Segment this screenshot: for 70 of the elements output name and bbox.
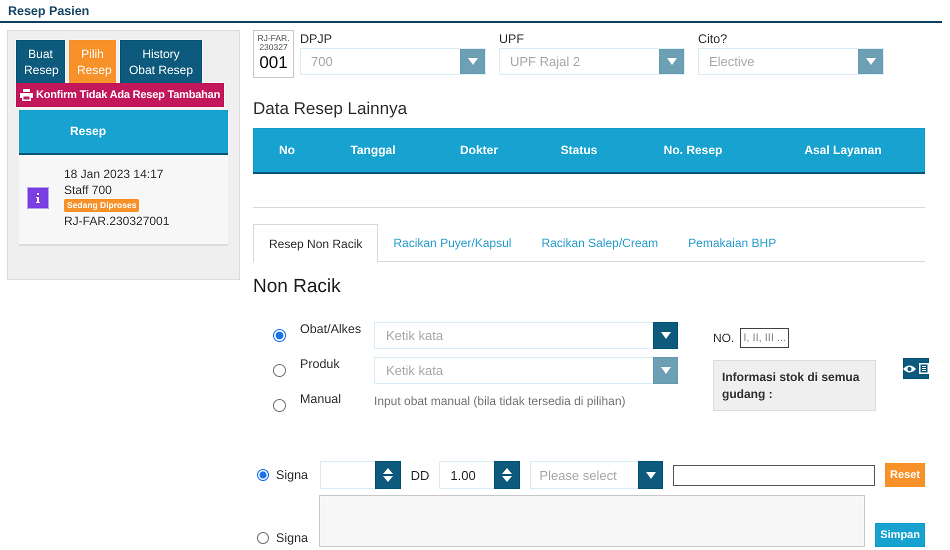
tab[interactable]: Racikan Salep/Cream (526, 224, 674, 262)
hint-text: Input obat manual (bila tidak tersedia di pilihan) (374, 393, 626, 408)
caret-icon (468, 58, 478, 65)
confirm-button[interactable]: Konfirm Tidak Ada Resep Tambahan (16, 83, 224, 107)
badge-prefix: RJ-FAR. (257, 34, 290, 43)
select-field[interactable]: Please select (530, 461, 638, 489)
list-icon (919, 363, 929, 374)
tab[interactable]: Resep Non Racik (253, 224, 378, 263)
view-button[interactable] (903, 358, 929, 379)
radio-label: Produk (300, 357, 341, 371)
dropdown-button[interactable] (638, 461, 664, 489)
column-header: Dokter (458, 143, 499, 157)
info-icon (27, 187, 49, 210)
column-header: No (278, 143, 296, 157)
side-tab[interactable]: Pilih Resep (69, 40, 116, 83)
caret-icon (646, 472, 656, 478)
no-field[interactable]: I, II, III ... (740, 328, 790, 348)
reset-button[interactable]: Reset (885, 463, 926, 487)
no-label: NO. (713, 331, 734, 345)
number-field[interactable]: 1.00 (439, 461, 494, 489)
search-field[interactable]: Ketik kata (374, 322, 653, 349)
number-field[interactable] (320, 461, 375, 489)
tab[interactable]: Pemakaian BHP (673, 224, 792, 262)
spinner-button[interactable] (494, 461, 520, 489)
field-label: UPF (499, 31, 525, 48)
printer-icon (20, 89, 33, 101)
page-title: Resep Pasien (0, 0, 942, 23)
radio-label: Manual (300, 392, 342, 406)
text-field[interactable] (673, 464, 876, 486)
dropdown-button[interactable] (653, 322, 678, 349)
caret-icon (660, 367, 670, 374)
column-header: Status (560, 143, 598, 157)
radio-label: Signa (276, 468, 308, 482)
staff-name: Staff 700 (64, 182, 112, 198)
caret-icon (660, 332, 670, 339)
dd-label: DD (410, 468, 430, 482)
eye-icon (903, 364, 916, 372)
list-header: Resep (19, 110, 228, 155)
source-radio[interactable] (273, 329, 286, 342)
signa-radio[interactable] (257, 532, 269, 544)
resep-number: RJ-FAR.230327001 (64, 214, 170, 230)
column-header: Tanggal (349, 143, 397, 157)
radio-label: Obat/Alkes (300, 322, 362, 336)
spinner-arrows-icon (502, 467, 512, 483)
badge-date: 230327 (259, 43, 288, 52)
status-badge: Sedang Diproses (64, 199, 140, 212)
section-title: Data Resep Lainnya (253, 99, 408, 119)
side-tab[interactable]: Buat Resep (16, 40, 65, 83)
spinner-button[interactable] (374, 461, 401, 489)
select-value: Elective (708, 53, 756, 71)
spinner-arrows-icon (382, 467, 393, 483)
resep-item[interactable]: 18 Jan 2023 14:17 Staff 700 Sedang Diproses RJ-FAR.230327001 (19, 155, 228, 246)
source-radio[interactable] (273, 399, 286, 412)
radio-label: Signa (276, 531, 308, 545)
resep-date: 18 Jan 2023 14:17 (64, 167, 164, 182)
column-header: No. Resep (662, 143, 724, 157)
field-label: Cito? (698, 31, 728, 48)
save-button[interactable]: Simpan (875, 523, 925, 547)
column-header: Asal Layanan (803, 143, 883, 157)
side-tab[interactable]: History Obat Resep (120, 40, 202, 83)
select-value: UPF Rajal 2 (509, 53, 582, 71)
tab[interactable]: Racikan Puyer/Kapsul (378, 224, 526, 262)
form-title: Non Racik (253, 276, 342, 298)
stock-info: Informasi stok di semua gudang : (713, 360, 876, 411)
caret-icon (666, 58, 676, 65)
select-value: 700 (310, 53, 334, 71)
signa-radio[interactable] (257, 469, 269, 481)
field-label: DPJP (300, 31, 333, 48)
badge-number: 001 (259, 53, 288, 73)
caret-icon (866, 58, 876, 65)
